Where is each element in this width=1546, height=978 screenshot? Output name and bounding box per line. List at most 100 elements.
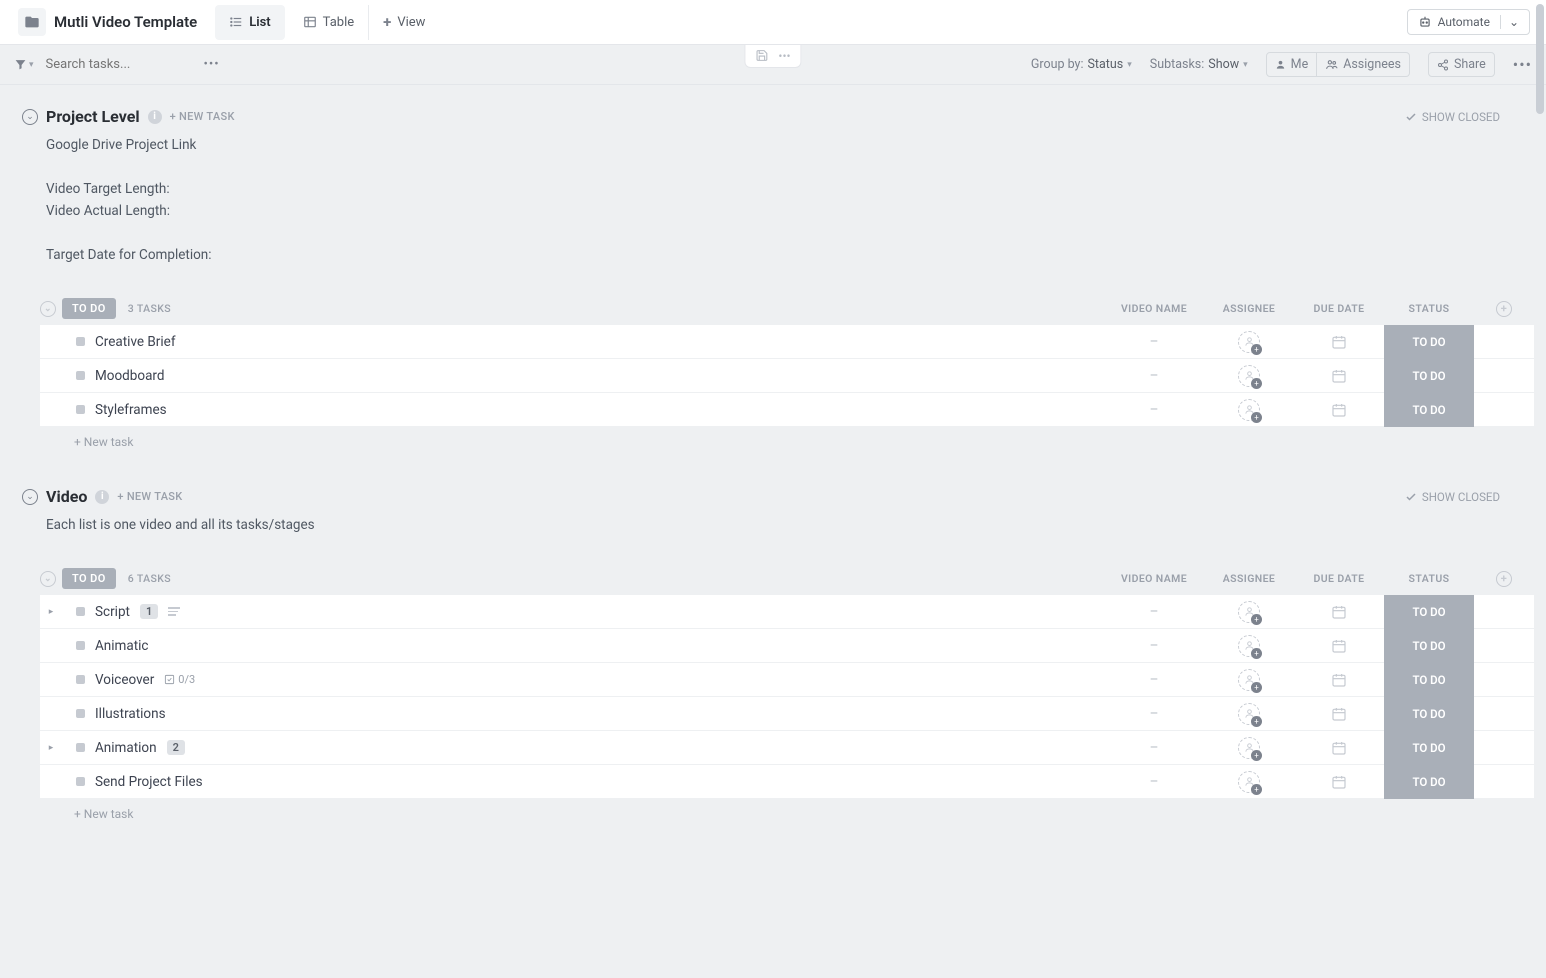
status-square-icon[interactable] <box>76 743 85 752</box>
column-video-name[interactable]: VIDEO NAME <box>1104 572 1204 585</box>
cell-status[interactable]: TO DO <box>1384 663 1474 697</box>
cell-assignee[interactable]: + <box>1204 737 1294 759</box>
column-video-name[interactable]: VIDEO NAME <box>1104 302 1204 315</box>
column-assignee[interactable]: ASSIGNEE <box>1204 572 1294 585</box>
task-name[interactable]: Voiceover <box>95 672 154 688</box>
tab-list[interactable]: List <box>215 5 284 40</box>
task-name[interactable]: Illustrations <box>95 706 166 722</box>
cell-status[interactable]: TO DO <box>1384 697 1474 731</box>
cell-video-name[interactable]: – <box>1104 706 1204 722</box>
task-row[interactable]: Styleframes – + TO DO <box>40 393 1534 427</box>
cell-due-date[interactable] <box>1294 638 1384 654</box>
column-status[interactable]: STATUS <box>1384 302 1474 315</box>
cell-status[interactable]: TO DO <box>1384 595 1474 629</box>
cell-assignee[interactable]: + <box>1204 635 1294 657</box>
assign-user-icon[interactable]: + <box>1238 669 1260 691</box>
column-due-date[interactable]: DUE DATE <box>1294 302 1384 315</box>
cell-due-date[interactable] <box>1294 774 1384 790</box>
cell-assignee[interactable]: + <box>1204 365 1294 387</box>
column-assignee[interactable]: ASSIGNEE <box>1204 302 1294 315</box>
collapse-section-icon[interactable]: ⌄ <box>22 109 38 125</box>
info-icon[interactable]: i <box>95 490 109 504</box>
cell-assignee[interactable]: + <box>1204 399 1294 421</box>
info-icon[interactable]: i <box>148 110 162 124</box>
task-row[interactable]: Animatic – + TO DO <box>40 629 1534 663</box>
cell-status[interactable]: TO DO <box>1384 731 1474 765</box>
assign-user-icon[interactable]: + <box>1238 399 1260 421</box>
section-title[interactable]: Project Level <box>46 107 140 126</box>
task-row[interactable]: Creative Brief – + TO DO <box>40 325 1534 359</box>
cell-due-date[interactable] <box>1294 368 1384 384</box>
section-description[interactable]: Each list is one video and all its tasks… <box>12 510 1534 536</box>
cell-assignee[interactable]: + <box>1204 601 1294 623</box>
task-name[interactable]: Animation <box>95 740 157 756</box>
toolbar-more-icon[interactable]: ••• <box>198 57 226 72</box>
cell-due-date[interactable] <box>1294 706 1384 722</box>
new-task-link[interactable]: + NEW TASK <box>117 490 182 503</box>
status-square-icon[interactable] <box>76 337 85 346</box>
automate-button[interactable]: Automate ⌄ <box>1407 9 1530 35</box>
status-square-icon[interactable] <box>76 405 85 414</box>
cell-video-name[interactable]: – <box>1104 402 1204 418</box>
assign-user-icon[interactable]: + <box>1238 771 1260 793</box>
share-button[interactable]: Share <box>1428 52 1495 77</box>
cell-video-name[interactable]: – <box>1104 334 1204 350</box>
cell-status[interactable]: TO DO <box>1384 325 1474 359</box>
cell-video-name[interactable]: – <box>1104 604 1204 620</box>
cell-assignee[interactable]: + <box>1204 771 1294 793</box>
cell-status[interactable]: TO DO <box>1384 393 1474 427</box>
tab-table[interactable]: Table <box>289 5 369 40</box>
status-group-pill[interactable]: TO DO <box>62 568 116 589</box>
status-group-pill[interactable]: TO DO <box>62 298 116 319</box>
section-title[interactable]: Video <box>46 487 87 506</box>
assign-user-icon[interactable]: + <box>1238 365 1260 387</box>
column-status[interactable]: STATUS <box>1384 572 1474 585</box>
status-square-icon[interactable] <box>76 607 85 616</box>
collapse-section-icon[interactable]: ⌄ <box>22 489 38 505</box>
task-row[interactable]: Voiceover 0/3 – + TO DO <box>40 663 1534 697</box>
cell-assignee[interactable]: + <box>1204 331 1294 353</box>
save-icon[interactable] <box>755 49 768 62</box>
add-column[interactable]: + <box>1474 571 1534 587</box>
cell-due-date[interactable] <box>1294 672 1384 688</box>
assign-user-icon[interactable]: + <box>1238 601 1260 623</box>
status-square-icon[interactable] <box>76 709 85 718</box>
toolbar-overflow-icon[interactable]: ••• <box>1513 55 1532 74</box>
task-row[interactable]: Moodboard – + TO DO <box>40 359 1534 393</box>
cell-video-name[interactable]: – <box>1104 740 1204 756</box>
cell-video-name[interactable]: – <box>1104 368 1204 384</box>
status-square-icon[interactable] <box>76 777 85 786</box>
cell-video-name[interactable]: – <box>1104 774 1204 790</box>
expand-toggle[interactable]: ▸ <box>40 607 62 617</box>
task-name[interactable]: Styleframes <box>95 402 167 418</box>
me-filter-button[interactable]: Me <box>1266 52 1318 77</box>
cell-due-date[interactable] <box>1294 334 1384 350</box>
task-row[interactable]: ▸ Animation 2 – + TO DO <box>40 731 1534 765</box>
task-name[interactable]: Animatic <box>95 638 149 654</box>
task-row[interactable]: ▸ Script 1 – + TO DO <box>40 595 1534 629</box>
collapse-group-icon[interactable]: ⌄ <box>40 301 56 317</box>
cell-status[interactable]: TO DO <box>1384 765 1474 799</box>
new-task-link[interactable]: + NEW TASK <box>170 110 235 123</box>
column-due-date[interactable]: DUE DATE <box>1294 572 1384 585</box>
scrollbar[interactable] <box>1534 2 1544 976</box>
show-closed-button[interactable]: SHOW CLOSED <box>1405 110 1524 124</box>
cell-assignee[interactable]: + <box>1204 669 1294 691</box>
status-square-icon[interactable] <box>76 371 85 380</box>
assignees-filter-button[interactable]: Assignees <box>1317 52 1410 77</box>
show-closed-button[interactable]: SHOW CLOSED <box>1405 490 1524 504</box>
assign-user-icon[interactable]: + <box>1238 737 1260 759</box>
breadcrumb[interactable]: Mutli Video Template <box>8 2 207 42</box>
new-task-button[interactable]: + New task <box>40 799 1534 821</box>
task-row[interactable]: Send Project Files – + TO DO <box>40 765 1534 799</box>
cell-video-name[interactable]: – <box>1104 638 1204 654</box>
cell-status[interactable]: TO DO <box>1384 629 1474 663</box>
floating-more-icon[interactable]: ••• <box>778 49 790 63</box>
cell-assignee[interactable]: + <box>1204 703 1294 725</box>
status-square-icon[interactable] <box>76 675 85 684</box>
status-square-icon[interactable] <box>76 641 85 650</box>
scrollbar-thumb[interactable] <box>1536 4 1544 114</box>
assign-user-icon[interactable]: + <box>1238 703 1260 725</box>
tab-add-view[interactable]: + View <box>369 3 439 41</box>
new-task-button[interactable]: + New task <box>40 427 1534 449</box>
